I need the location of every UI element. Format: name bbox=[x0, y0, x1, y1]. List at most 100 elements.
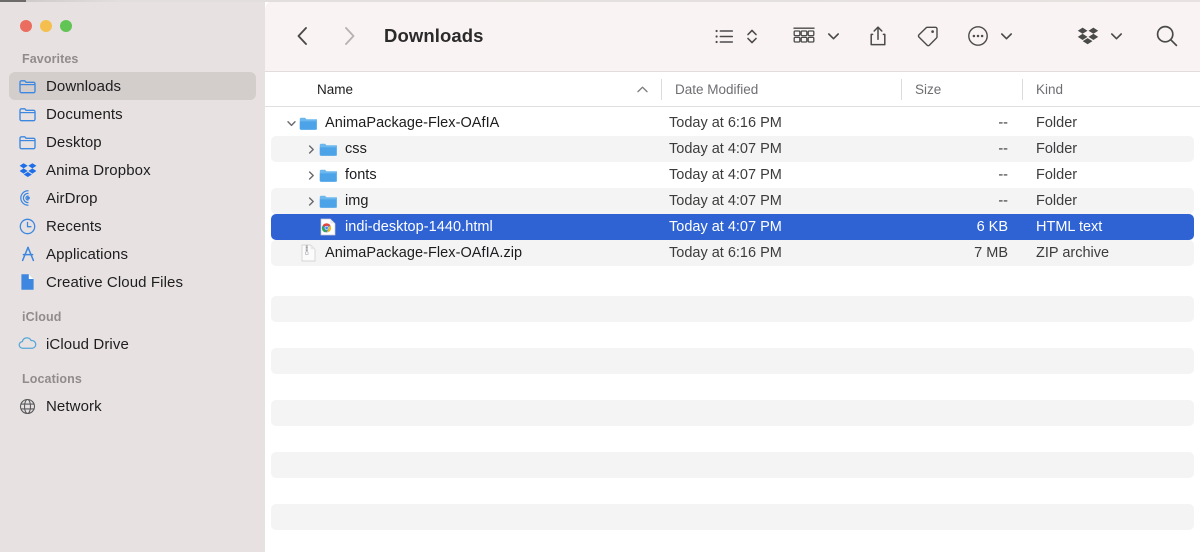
file-size-cell: -- bbox=[901, 167, 1022, 183]
toolbar: Downloads bbox=[265, 0, 1200, 72]
sidebar-item-label: AirDrop bbox=[46, 190, 98, 207]
empty-row bbox=[271, 426, 1194, 452]
clock-icon bbox=[18, 217, 37, 236]
empty-row bbox=[271, 478, 1194, 504]
empty-row bbox=[271, 374, 1194, 400]
more-actions-chevron-icon[interactable] bbox=[997, 21, 1016, 51]
sidebar-item-airdrop[interactable]: AirDrop bbox=[9, 184, 256, 212]
sidebar-section-favorites-list: Downloads Documents Desktop Anima Dropbo… bbox=[0, 72, 265, 296]
minimize-button[interactable] bbox=[40, 20, 52, 32]
sidebar-item-label: Creative Cloud Files bbox=[46, 274, 183, 291]
empty-row bbox=[271, 504, 1194, 530]
column-header-label: Name bbox=[317, 82, 353, 97]
table-row[interactable]: img Today at 4:07 PM -- Folder bbox=[271, 188, 1194, 214]
table-row[interactable]: css Today at 4:07 PM -- Folder bbox=[271, 136, 1194, 162]
sidebar: Favorites Downloads Documents Desktop bbox=[0, 0, 265, 552]
folder-icon bbox=[18, 105, 37, 124]
dropbox-chevron-icon[interactable] bbox=[1107, 21, 1126, 51]
sort-ascending-icon bbox=[636, 82, 649, 97]
file-name-label: indi-desktop-1440.html bbox=[345, 219, 493, 235]
sidebar-item-label: Downloads bbox=[46, 78, 121, 95]
empty-row bbox=[271, 296, 1194, 322]
file-name-cell: AnimaPackage-Flex-OAfIA bbox=[271, 114, 661, 132]
cloud-icon bbox=[18, 335, 37, 354]
file-name-cell: indi-desktop-1440.html bbox=[271, 218, 661, 236]
table-row[interactable]: AnimaPackage-Flex-OAfIA Today at 6:16 PM… bbox=[271, 110, 1194, 136]
view-list-button[interactable] bbox=[712, 21, 737, 51]
disclosure-collapsed-icon[interactable] bbox=[303, 170, 319, 181]
forward-button[interactable] bbox=[334, 21, 364, 51]
zoom-button[interactable] bbox=[60, 20, 72, 32]
sidebar-item-label: Recents bbox=[46, 218, 102, 235]
sidebar-item-desktop[interactable]: Desktop bbox=[9, 128, 256, 156]
table-row[interactable]: fonts Today at 4:07 PM -- Folder bbox=[271, 162, 1194, 188]
view-options-stepper-button[interactable] bbox=[743, 21, 761, 51]
folder-icon bbox=[18, 133, 37, 152]
page-title: Downloads bbox=[384, 25, 484, 47]
file-name-cell: fonts bbox=[271, 166, 661, 184]
file-date-cell: Today at 4:07 PM bbox=[661, 219, 901, 235]
file-date-cell: Today at 4:07 PM bbox=[661, 167, 901, 183]
column-header-label: Kind bbox=[1036, 82, 1063, 97]
file-date-cell: Today at 4:07 PM bbox=[661, 193, 901, 209]
file-kind-cell: HTML text bbox=[1022, 219, 1194, 235]
table-row-selected[interactable]: indi-desktop-1440.html Today at 4:07 PM … bbox=[271, 214, 1194, 240]
file-name-label: AnimaPackage-Flex-OAfIA bbox=[325, 115, 499, 131]
file-name-label: fonts bbox=[345, 167, 377, 183]
column-header-label: Size bbox=[915, 82, 941, 97]
back-button[interactable] bbox=[287, 21, 317, 51]
file-name-cell: css bbox=[271, 140, 661, 158]
sidebar-section-locations-list: Network bbox=[0, 392, 265, 420]
more-actions-button[interactable] bbox=[964, 21, 992, 51]
column-headers: Name Date Modified Size Kind bbox=[265, 72, 1200, 107]
sidebar-section-icloud-list: iCloud Drive bbox=[0, 330, 265, 358]
file-date-cell: Today at 6:16 PM bbox=[661, 115, 901, 131]
disclosure-collapsed-icon[interactable] bbox=[303, 196, 319, 207]
sidebar-item-recents[interactable]: Recents bbox=[9, 212, 256, 240]
file-size-cell: 6 KB bbox=[901, 219, 1022, 235]
sidebar-item-network[interactable]: Network bbox=[9, 392, 256, 420]
sidebar-item-label: Anima Dropbox bbox=[46, 162, 151, 179]
column-header-kind[interactable]: Kind bbox=[1022, 72, 1200, 107]
window-top-edge bbox=[0, 0, 1200, 2]
traffic-light-controls bbox=[0, 0, 265, 52]
sidebar-gap-1 bbox=[0, 296, 265, 310]
column-header-size[interactable]: Size bbox=[901, 72, 1022, 107]
empty-rows-area bbox=[265, 270, 1200, 530]
file-size-cell: -- bbox=[901, 193, 1022, 209]
file-name-label: css bbox=[345, 141, 367, 157]
sidebar-item-label: Documents bbox=[46, 106, 123, 123]
file-kind-cell: ZIP archive bbox=[1022, 245, 1194, 261]
sidebar-gap-2 bbox=[0, 358, 265, 372]
group-by-chevron-icon[interactable] bbox=[824, 21, 843, 51]
empty-row bbox=[271, 322, 1194, 348]
file-date-cell: Today at 6:16 PM bbox=[661, 245, 901, 261]
file-name-cell: img bbox=[271, 192, 661, 210]
sidebar-item-applications[interactable]: Applications bbox=[9, 240, 256, 268]
zip-icon bbox=[299, 244, 317, 262]
sidebar-item-icloud-drive[interactable]: iCloud Drive bbox=[9, 330, 256, 358]
file-size-cell: -- bbox=[901, 141, 1022, 157]
folder-icon bbox=[18, 77, 37, 96]
tag-button[interactable] bbox=[913, 21, 942, 51]
search-button[interactable] bbox=[1152, 21, 1182, 51]
group-by-button[interactable] bbox=[789, 21, 819, 51]
sidebar-item-label: iCloud Drive bbox=[46, 336, 129, 353]
sidebar-item-creative-cloud-files[interactable]: Creative Cloud Files bbox=[9, 268, 256, 296]
close-button[interactable] bbox=[20, 20, 32, 32]
column-header-date-modified[interactable]: Date Modified bbox=[661, 72, 901, 107]
sidebar-item-downloads[interactable]: Downloads bbox=[9, 72, 256, 100]
file-name-cell: AnimaPackage-Flex-OAfIA.zip bbox=[271, 244, 661, 262]
column-header-name[interactable]: Name bbox=[265, 72, 661, 107]
disclosure-collapsed-icon[interactable] bbox=[303, 144, 319, 155]
table-row[interactable]: AnimaPackage-Flex-OAfIA.zip Today at 6:1… bbox=[271, 240, 1194, 266]
share-button[interactable] bbox=[865, 21, 891, 51]
empty-row bbox=[271, 348, 1194, 374]
disclosure-expanded-icon[interactable] bbox=[283, 118, 299, 129]
sidebar-item-anima-dropbox[interactable]: Anima Dropbox bbox=[9, 156, 256, 184]
sidebar-item-documents[interactable]: Documents bbox=[9, 100, 256, 128]
dropbox-button[interactable] bbox=[1074, 21, 1102, 51]
empty-row bbox=[271, 400, 1194, 426]
empty-row bbox=[271, 452, 1194, 478]
sidebar-item-label: Desktop bbox=[46, 134, 102, 151]
